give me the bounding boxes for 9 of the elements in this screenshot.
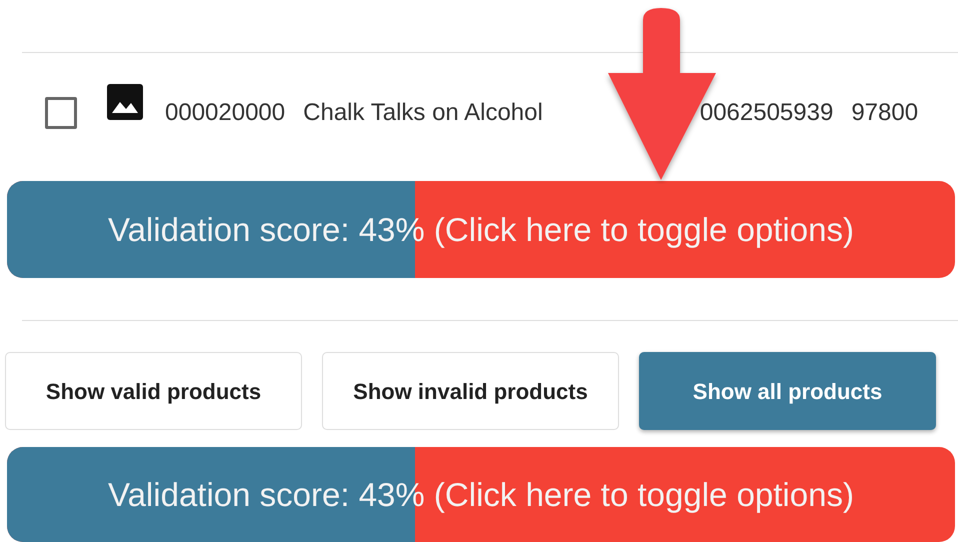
table-cell-text: 97800 bbox=[851, 98, 918, 128]
filter-button[interactable]: Show all products bbox=[639, 352, 936, 430]
filter-button[interactable]: Show invalid products bbox=[322, 352, 619, 430]
table-cell-text: Chalk Talks on Alcohol bbox=[303, 98, 543, 128]
filter-button[interactable]: Show valid products bbox=[5, 352, 302, 430]
table-cell-text: 000020000 bbox=[165, 98, 286, 128]
table-cell-text: 0062505939 bbox=[700, 98, 834, 128]
image-icon bbox=[107, 84, 143, 120]
row-checkbox[interactable] bbox=[45, 97, 77, 129]
